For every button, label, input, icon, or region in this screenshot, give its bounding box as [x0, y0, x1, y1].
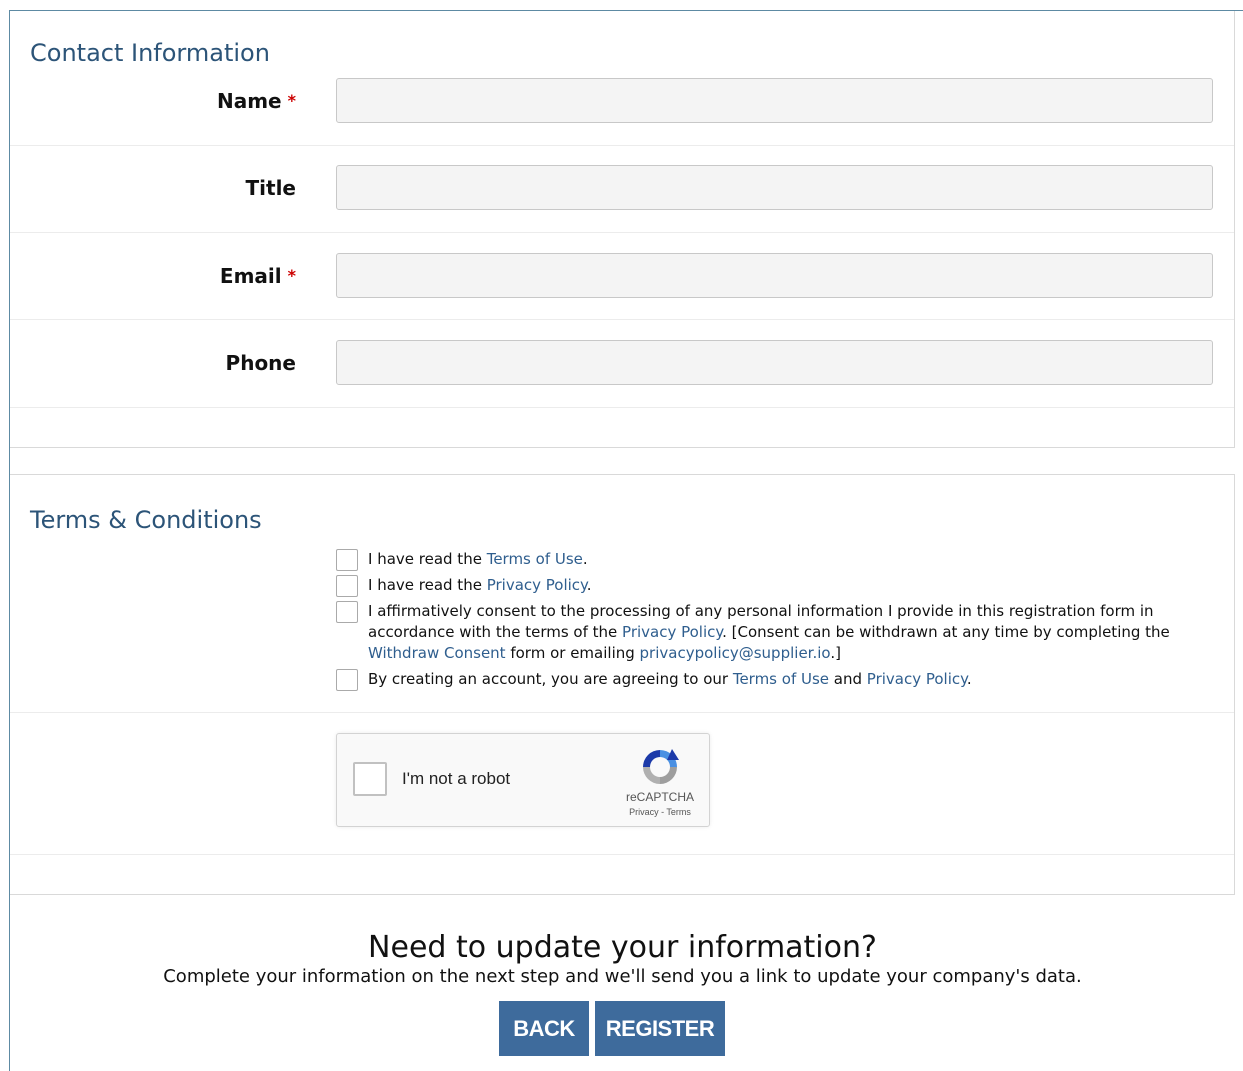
- privacy-email-link[interactable]: privacypolicy@supplier.io: [640, 644, 831, 662]
- agreement-checkbox[interactable]: [336, 669, 358, 691]
- update-info-title: Need to update your information?: [368, 930, 877, 965]
- terms-of-use-link[interactable]: Terms of Use: [487, 550, 583, 568]
- row-divider: [10, 407, 1234, 408]
- terms-text-post: .: [582, 550, 588, 568]
- title-input[interactable]: [336, 165, 1213, 210]
- consent-checkbox[interactable]: [336, 601, 358, 623]
- recaptcha-checkbox[interactable]: [353, 762, 387, 796]
- email-label: Email *: [220, 264, 296, 288]
- title-label-text: Title: [245, 176, 296, 200]
- update-info-section: Need to update your information? Complet…: [10, 930, 1235, 988]
- back-button[interactable]: BACK: [499, 1001, 589, 1056]
- row-divider: [10, 232, 1234, 233]
- terms-conditions-panel: Terms & Conditions I have read the Terms…: [10, 474, 1235, 895]
- row-divider: [10, 712, 1234, 713]
- terms-item-text: I have read the Privacy Policy.: [368, 575, 1176, 596]
- terms-item-text: By creating an account, you are agreeing…: [368, 669, 1176, 690]
- row-divider: [10, 319, 1234, 320]
- terms-text-post: .]: [830, 644, 841, 662]
- name-label-text: Name: [216, 89, 282, 113]
- withdraw-consent-link[interactable]: Withdraw Consent: [368, 644, 506, 662]
- phone-label-text: Phone: [225, 351, 296, 375]
- required-marker: *: [287, 91, 296, 110]
- terms-text-pre: I have read the: [368, 576, 487, 594]
- email-input[interactable]: [336, 253, 1213, 298]
- terms-of-use-link[interactable]: Terms of Use: [733, 670, 829, 688]
- recaptcha-label: I'm not a robot: [402, 769, 511, 788]
- terms-text-pre: I have read the: [368, 550, 487, 568]
- terms-text-mid: . [Consent can be withdrawn at any time …: [722, 623, 1170, 641]
- terms-item-text: I affirmatively consent to the processin…: [368, 601, 1176, 664]
- recaptcha-widget: I'm not a robot reCAPTCHA Privacy - Term…: [336, 733, 710, 827]
- update-info-subtitle: Complete your information on the next st…: [163, 966, 1082, 987]
- terms-text-post: .: [966, 670, 972, 688]
- terms-section-title: Terms & Conditions: [30, 506, 262, 534]
- terms-text-mid: and: [829, 670, 867, 688]
- terms-text-post: .: [586, 576, 592, 594]
- recaptcha-brand: reCAPTCHA: [625, 790, 694, 804]
- register-button[interactable]: REGISTER: [595, 1001, 725, 1056]
- terms-text-pre: By creating an account, you are agreeing…: [368, 670, 733, 688]
- terms-text-mid: form or emailing: [505, 644, 640, 662]
- email-label-text: Email: [219, 264, 282, 288]
- recaptcha-privacy-terms-links[interactable]: Privacy - Terms: [617, 807, 703, 817]
- name-input[interactable]: [336, 78, 1213, 123]
- required-marker: *: [287, 266, 296, 285]
- name-label: Name *: [217, 89, 296, 113]
- privacy-policy-checkbox[interactable]: [336, 575, 358, 597]
- privacy-policy-link[interactable]: Privacy Policy: [487, 576, 587, 594]
- privacy-policy-link[interactable]: Privacy Policy: [867, 670, 967, 688]
- recaptcha-logo-icon: [643, 749, 679, 784]
- contact-information-panel: Contact Information Name * Title Email * P…: [10, 11, 1235, 448]
- row-divider: [10, 145, 1234, 146]
- row-divider: [10, 854, 1234, 855]
- title-label: Title: [246, 176, 296, 200]
- privacy-policy-link[interactable]: Privacy Policy: [622, 623, 722, 641]
- phone-input[interactable]: [336, 340, 1213, 385]
- contact-section-title: Contact Information: [30, 39, 270, 67]
- terms-item-text: I have read the Terms of Use.: [368, 549, 1176, 570]
- phone-label: Phone: [226, 351, 296, 375]
- terms-of-use-checkbox[interactable]: [336, 549, 358, 571]
